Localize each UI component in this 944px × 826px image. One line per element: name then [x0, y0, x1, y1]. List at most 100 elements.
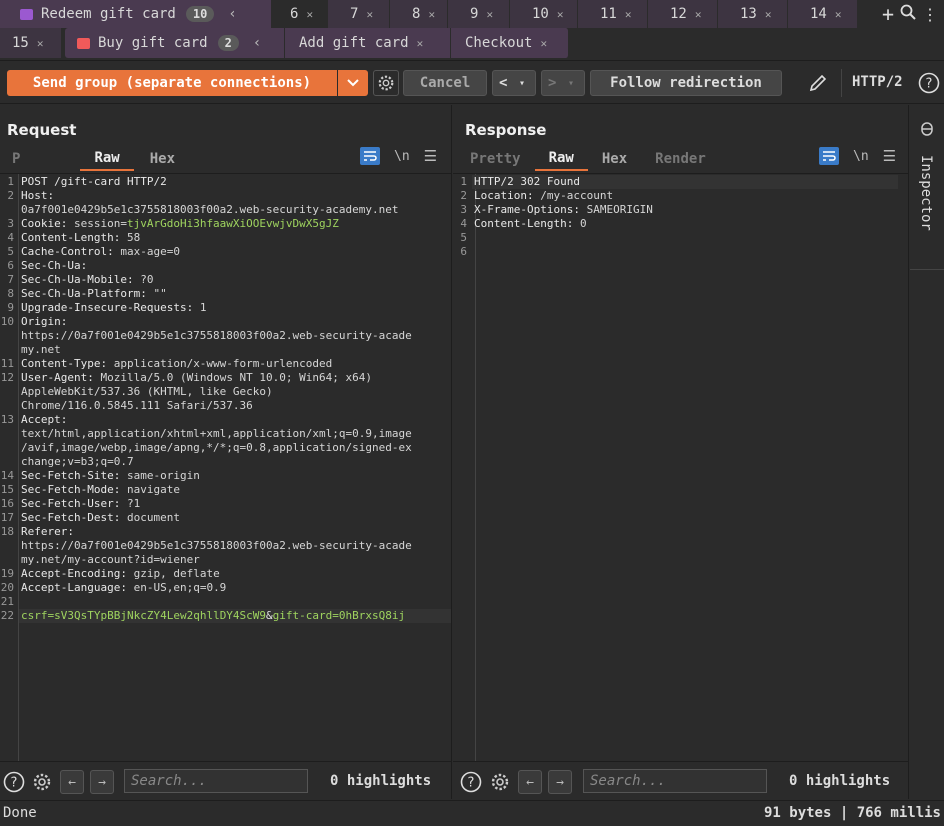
close-icon[interactable]: ✕ [37, 37, 44, 50]
close-icon[interactable]: ✕ [428, 8, 435, 21]
line-text: https://0a7f001e0429b5e1c3755818003f00a2… [21, 329, 412, 342]
wrap-icon [364, 151, 377, 161]
tab-14[interactable]: 14 ✕ [788, 0, 858, 28]
help-icon[interactable]: ? [2, 770, 26, 794]
chevron-down-icon[interactable]: ▾ [519, 78, 525, 89]
line-number: 11 [0, 357, 14, 370]
line-text: Sec-Fetch-User: ?1 [21, 497, 141, 510]
settings-button[interactable] [373, 70, 399, 96]
arrow-left-icon: ← [526, 774, 534, 790]
tab-label: 12 [670, 6, 687, 22]
code-line: https://0a7f001e0429b5e1c3755818003f00a2… [0, 539, 451, 553]
response-pane: Response Pretty Raw Hex Render \n ☰ 1 HTT… [453, 105, 909, 799]
tab-hex[interactable]: Hex [134, 147, 189, 171]
tab-12[interactable]: 12 ✕ [648, 0, 718, 28]
code-line: 6 Sec-Ch-Ua: [0, 259, 451, 273]
chevron-down-icon[interactable]: ▾ [568, 78, 574, 89]
code-line: /avif,image/webp,image/apng,*/*;q=0.8,ap… [0, 441, 451, 455]
line-number: 19 [0, 567, 14, 580]
help-icon[interactable]: ? [459, 770, 483, 794]
menu-icon[interactable]: ☰ [883, 147, 896, 165]
newline-toggle[interactable]: \n [853, 149, 869, 164]
add-tab-icon[interactable]: + [882, 2, 894, 26]
send-group-button[interactable]: Send group (separate connections) [7, 70, 337, 96]
tab-7[interactable]: 7 ✕ [328, 0, 390, 28]
close-icon[interactable]: ✕ [306, 8, 313, 21]
code-line: 20 Accept-Language: en-US,en;q=0.9 [0, 581, 451, 595]
wrap-lines-toggle[interactable] [360, 147, 380, 165]
tab-pretty[interactable]: Pretty [453, 147, 535, 171]
tab-10[interactable]: 10 ✕ [510, 0, 578, 28]
wrap-lines-toggle[interactable] [819, 147, 839, 165]
line-gutter [453, 174, 476, 761]
tab-group-buy-gift-card[interactable]: Buy gift card 2 ‹ [65, 28, 285, 58]
tab-render[interactable]: Render [641, 147, 720, 171]
inspector-sidebar[interactable]: Inspector [910, 105, 944, 799]
tab-label: 15 [12, 35, 29, 51]
close-icon[interactable]: ✕ [695, 8, 702, 21]
tab-hex[interactable]: Hex [588, 147, 641, 171]
code-line: my.net/my-account?id=wiener [0, 553, 451, 567]
code-line: 14 Sec-Fetch-Site: same-origin [0, 469, 451, 483]
help-icon[interactable]: ? [917, 71, 941, 95]
line-number: 12 [0, 371, 14, 384]
search-input[interactable]: Search... [583, 769, 767, 793]
protocol-label[interactable]: HTTP/2 [852, 74, 903, 90]
search-input[interactable]: Search... [124, 769, 308, 793]
tab-pretty[interactable]: P [0, 147, 80, 171]
follow-redirection-button[interactable]: Follow redirection [590, 70, 782, 96]
back-button[interactable]: < ▾ [492, 70, 536, 96]
code-line: https://0a7f001e0429b5e1c3755818003f00a2… [0, 329, 451, 343]
close-icon[interactable]: ✕ [366, 8, 373, 21]
tab-9[interactable]: 9 ✕ [448, 0, 510, 28]
menu-icon[interactable]: ☰ [424, 147, 437, 165]
close-icon[interactable]: ✕ [625, 8, 632, 21]
close-icon[interactable]: ✕ [540, 37, 547, 50]
tab-6[interactable]: 6 ✕ [272, 0, 328, 28]
close-icon[interactable]: ✕ [557, 8, 564, 21]
tab-label: Add gift card [299, 35, 409, 51]
search-icon[interactable] [900, 4, 916, 24]
tab-15[interactable]: 15 ✕ [0, 28, 62, 58]
gear-icon [378, 75, 394, 91]
response-editor[interactable]: 1 HTTP/2 302 Found 2 Location: /my-account 3… [453, 173, 908, 761]
tab-row-1: Redeem gift card 10 ‹ 6 ✕ 7 ✕ 8 ✕ 9 ✕ 10 ✕ 11 ✕ 12 ✕ 1… [0, 0, 944, 28]
tab-8[interactable]: 8 ✕ [390, 0, 448, 28]
more-options-icon[interactable]: ⋮ [922, 5, 938, 24]
tab-raw[interactable]: Raw [80, 147, 134, 171]
tab-add-gift-card[interactable]: Add gift card ✕ [285, 28, 451, 58]
gear-icon[interactable] [30, 770, 54, 794]
request-editor[interactable]: 1 POST /gift-card HTTP/2 2 Host: 0a7f001e042… [0, 173, 451, 761]
line-number: 6 [7, 259, 14, 272]
tab-checkout[interactable]: Checkout ✕ [451, 28, 569, 58]
search-prev-button[interactable]: ← [60, 770, 84, 794]
code-line: change;v=b3;q=0.7 [0, 455, 451, 469]
cancel-button[interactable]: Cancel [403, 70, 487, 96]
inspector-label[interactable]: Inspector [918, 155, 934, 231]
close-icon[interactable]: ✕ [486, 8, 493, 21]
tab-raw[interactable]: Raw [534, 147, 588, 171]
close-icon[interactable]: ✕ [417, 37, 424, 50]
line-number [0, 455, 19, 469]
newline-toggle[interactable]: \n [394, 149, 410, 164]
tab-11[interactable]: 11 ✕ [578, 0, 648, 28]
tab-13[interactable]: 13 ✕ [718, 0, 788, 28]
send-options-dropdown[interactable] [338, 70, 368, 96]
folder-icon [20, 8, 33, 20]
line-text: Origin: [21, 315, 68, 328]
search-next-button[interactable]: → [90, 770, 114, 794]
line-number [0, 203, 19, 217]
close-icon[interactable]: ✕ [765, 8, 772, 21]
tab-group-redeem-gift-card[interactable]: Redeem gift card 10 ‹ [0, 0, 272, 28]
gear-icon[interactable] [488, 770, 512, 794]
search-next-button[interactable]: → [548, 770, 572, 794]
chevron-left-icon[interactable]: ‹ [253, 35, 261, 51]
search-prev-button[interactable]: ← [518, 770, 542, 794]
forward-button[interactable]: > ▾ [541, 70, 585, 96]
line-number [0, 427, 19, 441]
edit-pencil-icon[interactable] [806, 71, 830, 95]
line-number: 20 [0, 581, 14, 594]
chevron-left-icon[interactable]: ‹ [228, 6, 236, 22]
close-icon[interactable]: ✕ [835, 8, 842, 21]
code-line: 0a7f001e0429b5e1c3755818003f00a2.web-sec… [0, 203, 451, 217]
